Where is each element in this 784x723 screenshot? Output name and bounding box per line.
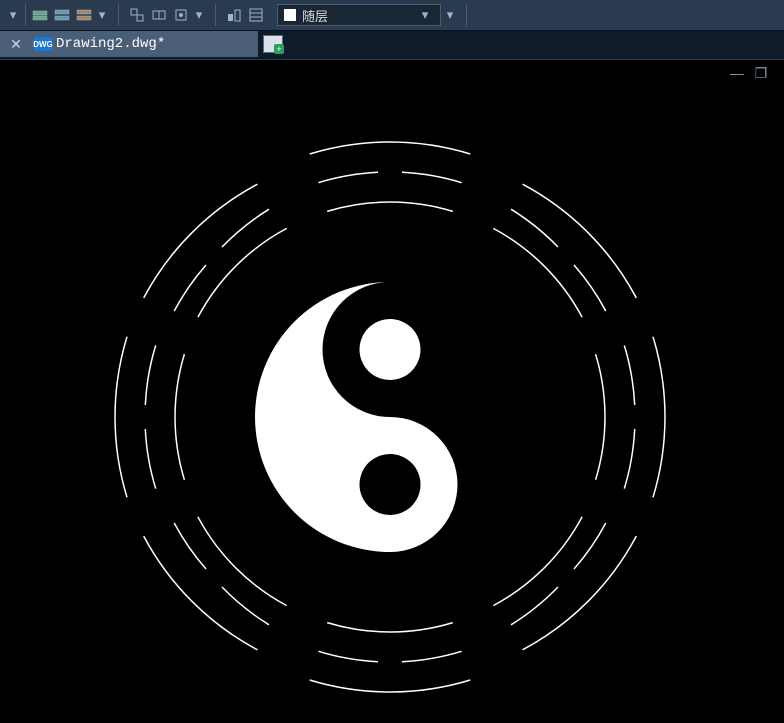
- properties-tool-group: 随层 ▾ ▾: [219, 0, 463, 30]
- new-document-icon: [263, 35, 283, 53]
- dropdown-arrow-icon[interactable]: ▾: [443, 5, 457, 25]
- separator: [466, 4, 467, 26]
- layer-states-icon[interactable]: [52, 5, 72, 25]
- dropdown-arrow-icon[interactable]: ▾: [95, 5, 109, 25]
- layer-props-icon[interactable]: [74, 5, 94, 25]
- drawing-canvas[interactable]: — ❐: [0, 59, 784, 723]
- new-tab-button[interactable]: [258, 31, 288, 57]
- color-control-dropdown[interactable]: 随层 ▾: [277, 4, 441, 26]
- block-create-icon[interactable]: [149, 5, 169, 25]
- color-swatch: [284, 9, 296, 21]
- separator: [118, 4, 119, 26]
- document-tab-strip: ✕ DWG Drawing2.dwg*: [0, 31, 784, 59]
- close-tab-button[interactable]: ✕: [8, 36, 24, 52]
- block-edit-icon[interactable]: [171, 5, 191, 25]
- layer-icon[interactable]: [30, 5, 50, 25]
- document-tab-label: Drawing2.dwg*: [56, 36, 165, 52]
- drawing-content: [0, 60, 784, 723]
- dwg-file-icon: DWG: [34, 37, 52, 51]
- dropdown-arrow-icon[interactable]: ▾: [6, 5, 20, 25]
- block-insert-icon[interactable]: [127, 5, 147, 25]
- document-tab-active[interactable]: ✕ DWG Drawing2.dwg*: [0, 31, 258, 57]
- layer-tool-group: ▾ ▾: [2, 0, 115, 30]
- separator: [215, 4, 216, 26]
- separator: [25, 4, 26, 26]
- block-tool-group: ▾: [122, 0, 212, 30]
- props-panel-icon[interactable]: [246, 5, 266, 25]
- color-label: 随层: [302, 6, 328, 25]
- taiji-symbol: [255, 282, 458, 552]
- dropdown-arrow-icon: ▾: [418, 5, 432, 25]
- match-props-icon[interactable]: [224, 5, 244, 25]
- dropdown-arrow-icon[interactable]: ▾: [192, 5, 206, 25]
- ribbon-toolbar: ▾ ▾ ▾ 随层 ▾ ▾: [0, 0, 784, 31]
